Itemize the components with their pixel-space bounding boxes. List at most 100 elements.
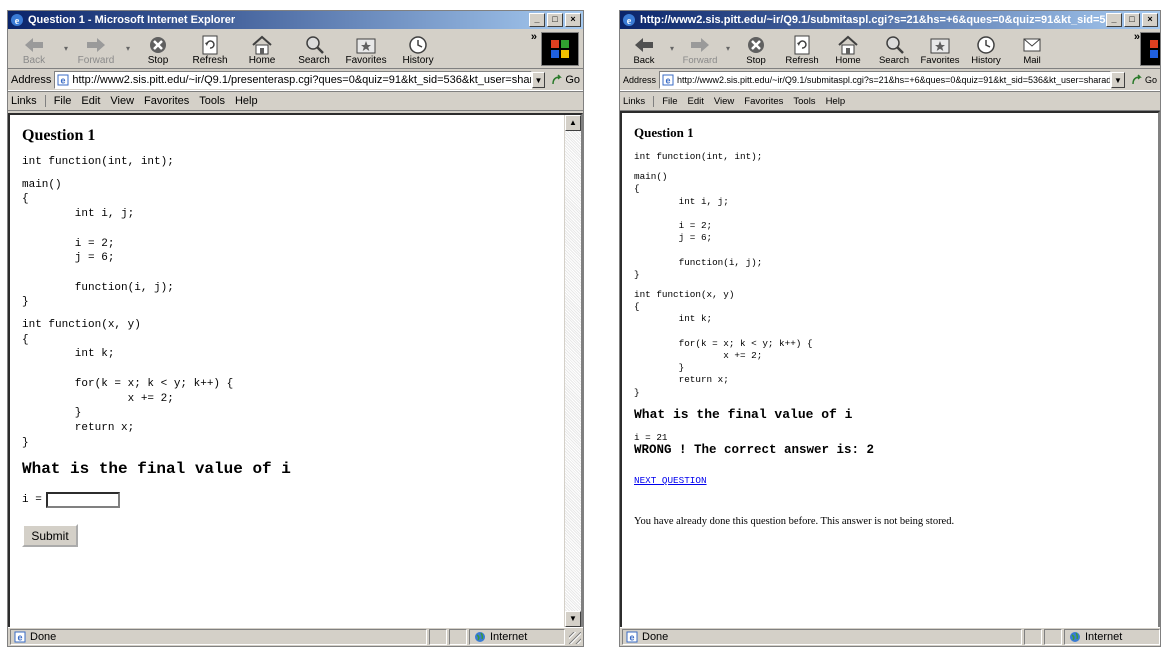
history-button[interactable]: History: [396, 35, 440, 66]
favorites-button[interactable]: Favorites: [344, 35, 388, 66]
vertical-scrollbar[interactable]: ▲ ▼: [564, 115, 581, 627]
refresh-button[interactable]: Refresh: [782, 35, 822, 66]
windows-logo-icon: [1140, 32, 1160, 66]
resize-grip-icon[interactable]: [569, 632, 581, 644]
already-done-note: You have already done this question befo…: [634, 515, 955, 527]
svg-text:e: e: [17, 633, 22, 643]
menu-favorites[interactable]: Favorites: [744, 96, 783, 107]
close-button[interactable]: ×: [565, 13, 581, 27]
refresh-button[interactable]: Refresh: [188, 35, 232, 66]
toolbar-overflow-chevron-icon[interactable]: »: [531, 31, 537, 43]
svg-text:e: e: [15, 16, 20, 27]
address-input[interactable]: e http://www2.sis.pitt.edu/~ir/Q9.1/pres…: [54, 70, 532, 89]
address-dropdown-icon[interactable]: ▼: [1111, 71, 1125, 88]
security-zone: Internet: [469, 629, 565, 645]
svg-text:e: e: [627, 16, 632, 27]
menu-edit[interactable]: Edit: [688, 96, 704, 107]
close-button[interactable]: ×: [1142, 13, 1158, 27]
address-url: http://www2.sis.pitt.edu/~ir/Q9.1/presen…: [72, 73, 532, 86]
stop-button[interactable]: Stop: [136, 35, 180, 66]
code-main: main() { int i, j; i = 2; j = 6; functio…: [634, 171, 763, 280]
go-button[interactable]: Go: [551, 74, 580, 86]
menu-tools[interactable]: Tools: [793, 96, 815, 107]
menu-favorites[interactable]: Favorites: [144, 95, 189, 107]
page-content: Question 1 int function(int, int); main(…: [8, 113, 583, 629]
back-dropdown-icon[interactable]: ▾: [64, 44, 68, 53]
back-button[interactable]: Back: [12, 35, 56, 66]
forward-dropdown-icon[interactable]: ▾: [126, 44, 130, 53]
submit-button[interactable]: Submit: [22, 524, 78, 548]
stop-icon: [748, 37, 765, 53]
code-function: int function(x, y) { int k; for(k = x; k…: [634, 289, 813, 398]
standard-toolbar: Back ▾ Forward ▾ Stop Refresh Home Searc…: [620, 29, 1160, 69]
forward-arrow-icon: [87, 38, 106, 52]
back-button[interactable]: Back: [624, 35, 664, 66]
submitted-answer: i = 21: [634, 431, 668, 443]
menu-view[interactable]: View: [714, 96, 734, 107]
page-done-icon: e: [14, 631, 26, 643]
menu-help[interactable]: Help: [235, 95, 258, 107]
windows-logo-icon: [541, 32, 579, 66]
forward-dropdown-icon[interactable]: ▾: [726, 44, 730, 53]
page-icon: e: [57, 74, 69, 85]
forward-button[interactable]: Forward: [680, 35, 720, 66]
answer-input[interactable]: [45, 492, 120, 509]
window-title: http://www2.sis.pitt.edu/~ir/Q9.1/submit…: [640, 14, 1106, 26]
code-prototype: int function(int, int);: [634, 151, 763, 162]
menu-file[interactable]: File: [662, 96, 677, 107]
title-bar[interactable]: e Question 1 - Microsoft Internet Explor…: [8, 11, 583, 29]
history-icon: [409, 36, 427, 54]
menu-tools[interactable]: Tools: [199, 95, 225, 107]
home-button[interactable]: Home: [828, 35, 868, 66]
question-title: Question 1: [22, 127, 96, 144]
next-question-link[interactable]: NEXT QUESTION: [634, 475, 707, 486]
minimize-button[interactable]: _: [1106, 13, 1122, 27]
code-function: int function(x, y) { int k; for(k = x; k…: [22, 319, 234, 449]
status-bar: e Done Internet: [8, 627, 583, 646]
maximize-button[interactable]: □: [1124, 13, 1140, 27]
standard-toolbar: Back ▾ Forward ▾ Stop Refresh Home Searc…: [8, 29, 583, 69]
history-button[interactable]: History: [966, 35, 1006, 66]
mail-button[interactable]: Mail: [1012, 35, 1052, 66]
address-input[interactable]: e http://www2.sis.pitt.edu/~ir/Q9.1/subm…: [659, 70, 1112, 89]
feedback-message: WRONG ! The correct answer is: 2: [634, 442, 875, 457]
links-bar[interactable]: Links: [623, 95, 655, 107]
address-dropdown-icon[interactable]: ▼: [531, 71, 546, 88]
refresh-icon: [794, 35, 810, 55]
links-bar[interactable]: Links: [11, 95, 46, 107]
search-icon: [886, 36, 904, 54]
globe-icon: [475, 632, 485, 642]
scroll-down-icon[interactable]: ▼: [565, 611, 581, 627]
favorites-button[interactable]: Favorites: [920, 35, 960, 66]
answer-label: i =: [22, 494, 42, 507]
home-icon: [838, 35, 858, 55]
menu-edit[interactable]: Edit: [81, 95, 100, 107]
menu-view[interactable]: View: [110, 95, 134, 107]
search-button[interactable]: Search: [874, 35, 914, 66]
go-arrow-icon: [552, 73, 563, 84]
maximize-button[interactable]: □: [547, 13, 563, 27]
page-icon: e: [662, 74, 674, 85]
scroll-up-icon[interactable]: ▲: [565, 115, 581, 131]
address-label: Address: [623, 74, 657, 85]
menu-help[interactable]: Help: [826, 96, 846, 107]
go-button[interactable]: Go: [1131, 73, 1157, 86]
home-button[interactable]: Home: [240, 35, 284, 66]
search-button[interactable]: Search: [292, 35, 336, 66]
minimize-button[interactable]: _: [529, 13, 545, 27]
history-icon: [977, 36, 995, 54]
zone-text: Internet: [490, 631, 528, 643]
window-title: Question 1 - Microsoft Internet Explorer: [28, 14, 236, 26]
code-prototype: int function(int, int);: [22, 156, 174, 168]
title-bar[interactable]: e http://www2.sis.pitt.edu/~ir/Q9.1/subm…: [620, 11, 1160, 29]
back-arrow-icon: [25, 38, 43, 52]
forward-button[interactable]: Forward: [74, 35, 118, 66]
menu-bar: Links File Edit View Favorites Tools Hel…: [620, 91, 1160, 111]
back-dropdown-icon[interactable]: ▾: [670, 44, 674, 53]
svg-text:e: e: [666, 75, 671, 85]
stop-button[interactable]: Stop: [736, 35, 776, 66]
stop-icon: [150, 37, 167, 53]
menu-file[interactable]: File: [54, 95, 72, 107]
address-bar: Address e http://www2.sis.pitt.edu/~ir/Q…: [8, 69, 583, 91]
favorites-icon: [356, 38, 376, 54]
